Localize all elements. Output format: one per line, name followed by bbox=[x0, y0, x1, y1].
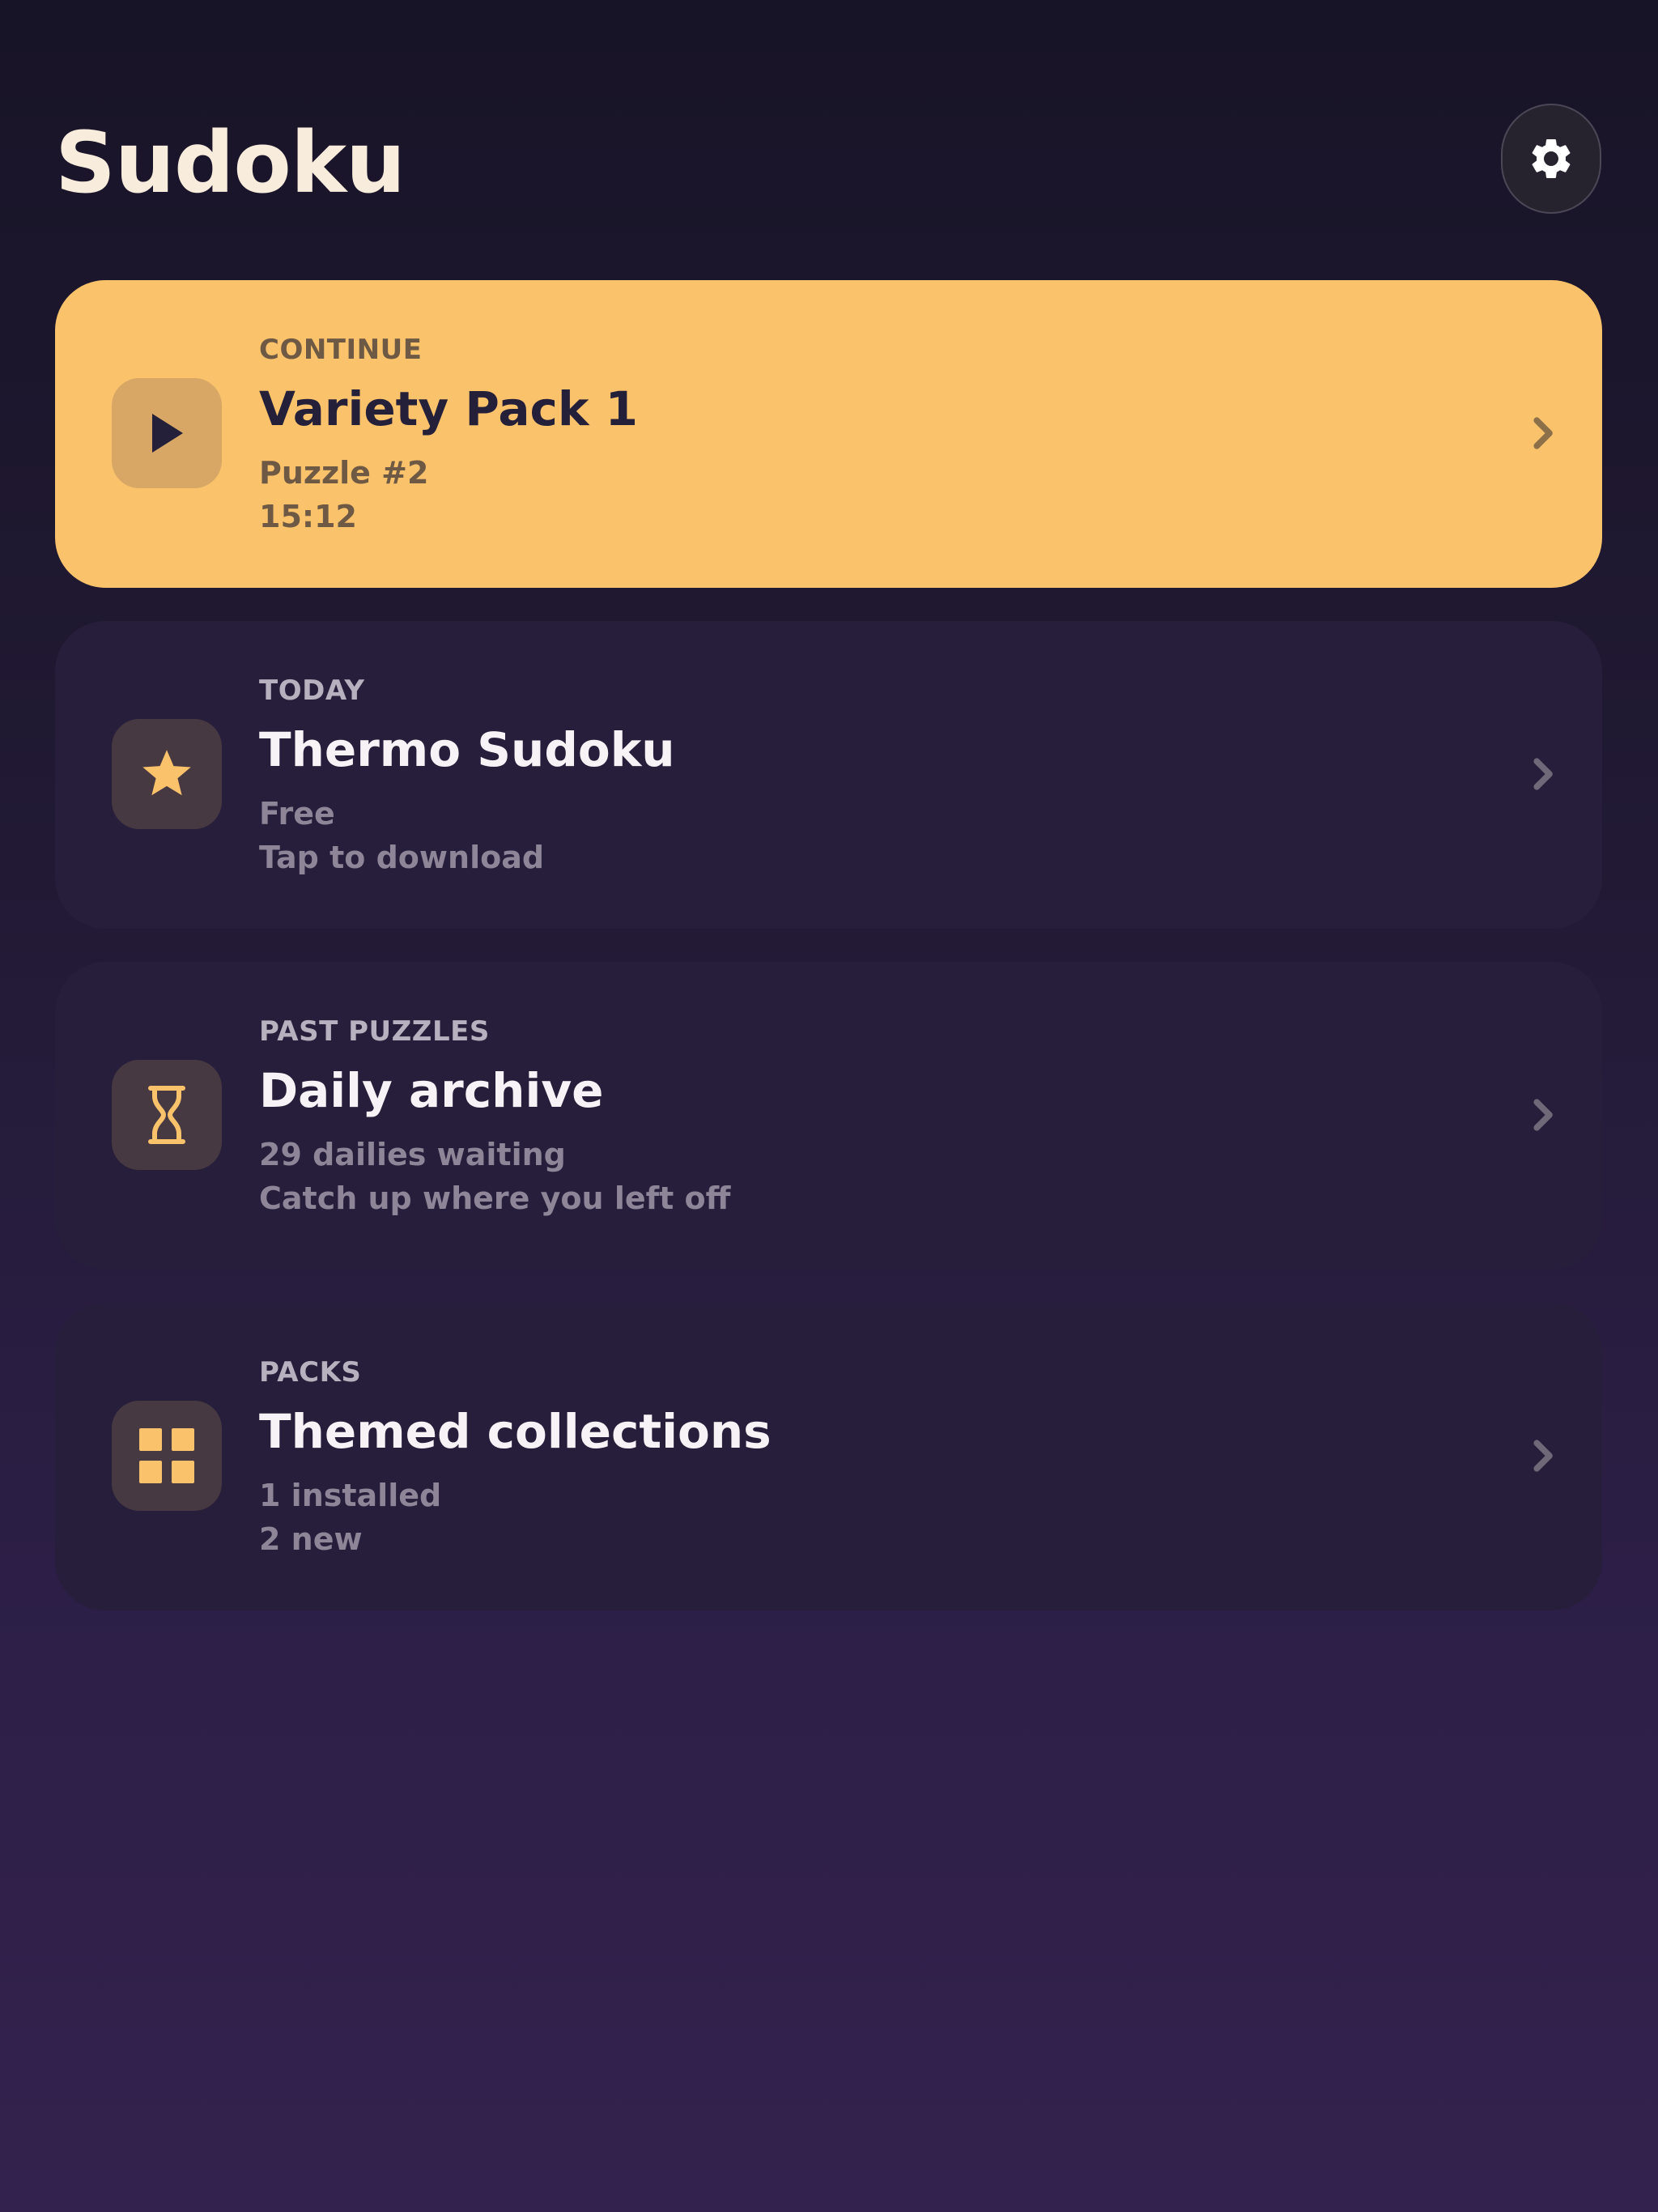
continue-card[interactable]: CONTINUE Variety Pack 1 Puzzle #2 15:12 bbox=[55, 280, 1602, 588]
chevron-right-icon bbox=[1533, 758, 1553, 790]
card-title: Variety Pack 1 bbox=[259, 381, 638, 436]
card-eyebrow: CONTINUE bbox=[259, 334, 423, 366]
packs-card[interactable]: PACKS Themed collections 1 installed 2 n… bbox=[55, 1303, 1602, 1610]
card-elapsed-time: 15:12 bbox=[259, 499, 357, 534]
past-puzzles-icon-tile bbox=[112, 1060, 222, 1170]
continue-icon-tile bbox=[112, 378, 222, 488]
chevron-right-icon bbox=[1533, 1099, 1553, 1131]
card-eyebrow: PAST PUZZLES bbox=[259, 1015, 490, 1048]
card-subtitle: 1 installed bbox=[259, 1478, 442, 1513]
card-title: Thermo Sudoku bbox=[259, 722, 675, 777]
card-title: Themed collections bbox=[259, 1404, 772, 1459]
card-subtitle: Free bbox=[259, 796, 335, 832]
grid-icon bbox=[139, 1428, 194, 1483]
settings-button[interactable] bbox=[1501, 104, 1601, 214]
card-title: Daily archive bbox=[259, 1063, 604, 1118]
past-puzzles-card[interactable]: PAST PUZZLES Daily archive 29 dailies wa… bbox=[55, 962, 1602, 1270]
packs-icon-tile bbox=[112, 1401, 222, 1511]
today-icon-tile bbox=[112, 719, 222, 829]
card-action-hint: Tap to download bbox=[259, 840, 545, 875]
card-description: 2 new bbox=[259, 1521, 363, 1557]
chevron-right-icon bbox=[1533, 417, 1553, 449]
card-subtitle: 29 dailies waiting bbox=[259, 1137, 566, 1172]
star-icon bbox=[142, 750, 191, 796]
play-icon bbox=[152, 414, 183, 453]
chevron-right-icon bbox=[1533, 1440, 1553, 1472]
card-eyebrow: TODAY bbox=[259, 674, 365, 707]
page-title: Sudoku bbox=[55, 113, 406, 212]
hourglass-icon bbox=[148, 1086, 185, 1144]
card-eyebrow: PACKS bbox=[259, 1356, 362, 1389]
card-subtitle: Puzzle #2 bbox=[259, 455, 429, 491]
gear-icon bbox=[1532, 139, 1571, 178]
card-description: Catch up where you left off bbox=[259, 1180, 731, 1216]
today-card[interactable]: TODAY Thermo Sudoku Free Tap to download bbox=[55, 621, 1602, 929]
